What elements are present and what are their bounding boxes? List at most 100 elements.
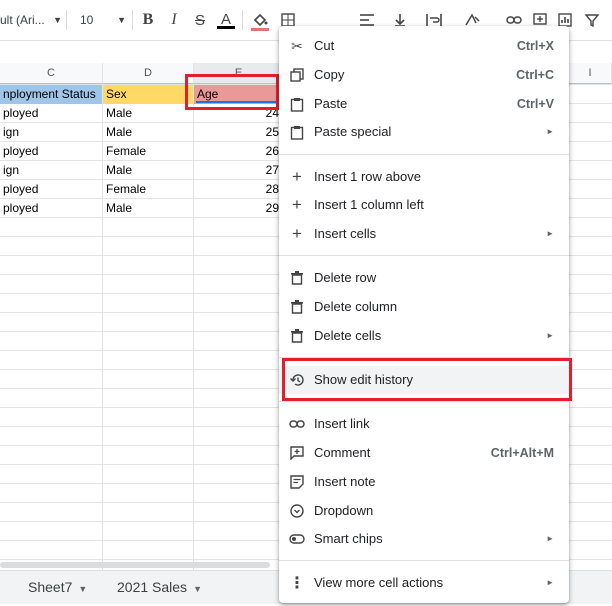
trash-icon xyxy=(288,298,306,316)
menu-item-comment[interactable]: Comment Ctrl+Alt+M xyxy=(279,439,569,467)
clipboard-icon xyxy=(288,123,306,141)
menu-item-insert-link[interactable]: Insert link xyxy=(279,410,569,438)
menu-item-label: Delete cells xyxy=(314,328,382,343)
comment-icon xyxy=(288,444,306,462)
menu-item-label: Insert note xyxy=(314,474,376,489)
menu-item-shortcut: Ctrl+X xyxy=(516,39,554,53)
chevron-down-icon: ▼ xyxy=(117,15,126,25)
column-header-i[interactable]: I xyxy=(569,63,612,84)
vertical-align-icon xyxy=(395,14,405,27)
horizontal-scrollbar[interactable] xyxy=(0,562,270,568)
table-cell[interactable]: Male xyxy=(103,199,193,218)
menu-item-shortcut: Ctrl+V xyxy=(516,97,554,111)
font-size-value: 10 xyxy=(80,13,94,27)
menu-item-insert-note[interactable]: Insert note xyxy=(279,468,569,496)
menu-item-paste[interactable]: Paste Ctrl+V xyxy=(279,90,569,118)
scissors-icon: ✂ xyxy=(291,37,303,54)
chevron-down-icon: ▼ xyxy=(78,584,88,594)
table-cell[interactable]: 28 xyxy=(194,180,282,199)
menu-divider xyxy=(279,401,569,402)
table-cell[interactable]: Male xyxy=(103,123,193,142)
menu-divider xyxy=(279,255,569,256)
menu-item-smart-chips[interactable]: Smart chips ► xyxy=(279,525,569,553)
menu-item-label: View more cell actions xyxy=(314,575,444,590)
menu-item-delete-row[interactable]: Delete row xyxy=(279,264,569,292)
table-cell[interactable]: ign xyxy=(0,161,102,180)
table-cell[interactable]: ployed xyxy=(0,104,102,123)
plus-icon: + xyxy=(292,195,302,214)
table-cell[interactable]: 29 xyxy=(194,199,282,218)
chevron-down-icon: ▼ xyxy=(193,584,202,594)
submenu-arrow-icon: ► xyxy=(546,331,554,340)
table-cell[interactable]: ployed xyxy=(0,180,102,199)
column-header-d[interactable]: D xyxy=(103,63,194,84)
submenu-arrow-icon: ► xyxy=(546,229,554,238)
menu-item-delete-column[interactable]: Delete column xyxy=(279,293,569,321)
table-cell[interactable]: Male xyxy=(103,104,193,123)
clipboard-icon xyxy=(288,95,306,113)
menu-item-dropdown[interactable]: Dropdown xyxy=(279,497,569,525)
table-cell[interactable]: ployed xyxy=(0,142,102,161)
menu-item-insert-row-above[interactable]: + Insert 1 row above xyxy=(279,163,569,191)
table-cell[interactable]: ign xyxy=(0,123,102,142)
bold-button[interactable]: B xyxy=(136,8,160,32)
sheet-tab-2021-sales[interactable]: 2021 Sales ▼ xyxy=(117,571,202,604)
menu-item-delete-cells[interactable]: Delete cells ► xyxy=(279,322,569,350)
toolbar-divider xyxy=(132,10,133,30)
menu-item-insert-column-left[interactable]: + Insert 1 column left xyxy=(279,191,569,219)
plus-icon: + xyxy=(292,224,302,243)
menu-item-paste-special[interactable]: Paste special ► xyxy=(279,118,569,146)
chevron-down-icon: ▼ xyxy=(53,15,62,25)
table-cell[interactable]: Female xyxy=(103,142,193,161)
menu-item-label: Cut xyxy=(314,38,335,53)
copy-icon xyxy=(288,66,306,84)
sheet-tab-label: Sheet7 xyxy=(28,579,73,595)
dropdown-icon xyxy=(288,502,306,520)
age-header-highlight-box xyxy=(185,74,279,110)
fill-color-button[interactable] xyxy=(248,8,272,32)
trash-icon xyxy=(288,327,306,345)
menu-item-insert-cells[interactable]: + Insert cells ► xyxy=(279,220,569,248)
filter-toolbar-button[interactable] xyxy=(580,8,604,32)
menu-item-label: Comment xyxy=(314,445,371,460)
strikethrough-button[interactable]: S xyxy=(188,8,212,32)
sheet-tab-label: 2021 Sales xyxy=(117,579,188,595)
menu-item-label: Insert 1 row above xyxy=(314,169,421,184)
menu-item-label: Paste xyxy=(314,96,348,111)
table-cell[interactable]: Female xyxy=(103,180,193,199)
menu-item-label: Copy xyxy=(314,67,345,82)
table-cell[interactable]: Male xyxy=(103,161,193,180)
table-cell[interactable]: 25 xyxy=(194,123,282,142)
borders-icon xyxy=(281,13,295,27)
table-cell[interactable]: 26 xyxy=(194,142,282,161)
font-size-select[interactable]: 10 ▼ xyxy=(72,8,126,32)
menu-item-label: Delete row xyxy=(314,270,377,285)
menu-item-label: Insert 1 column left xyxy=(314,197,424,212)
menu-item-copy[interactable]: Copy Ctrl+C xyxy=(279,61,569,89)
font-family-select[interactable]: ult (Ari... ▼ xyxy=(0,8,62,32)
more-vert-icon: ⋮ xyxy=(289,575,305,592)
menu-item-view-more-cell-actions[interactable]: ⋮ View more cell actions ► xyxy=(279,569,569,597)
menu-item-shortcut: Ctrl+C xyxy=(516,68,554,82)
chart-icon xyxy=(558,13,572,27)
sheet-tab-sheet7[interactable]: Sheet7 ▼ xyxy=(28,571,87,604)
toolbar-divider xyxy=(66,10,67,30)
link-icon xyxy=(288,415,306,433)
submenu-arrow-icon: ► xyxy=(546,534,554,543)
menu-item-label: Insert link xyxy=(314,416,370,431)
table-cell[interactable]: ployed xyxy=(0,199,102,218)
table-cell[interactable]: 27 xyxy=(194,161,282,180)
submenu-arrow-icon: ► xyxy=(546,578,554,587)
submenu-arrow-icon: ► xyxy=(546,127,554,136)
align-left-icon xyxy=(360,14,374,26)
menu-item-cut[interactable]: ✂ Cut Ctrl+X xyxy=(279,32,569,60)
trash-icon xyxy=(288,269,306,287)
cell-header-employment-status[interactable]: nployment Status xyxy=(0,85,102,104)
cell-header-sex[interactable]: Sex xyxy=(103,85,193,104)
text-color-button[interactable]: A xyxy=(214,8,238,32)
italic-button[interactable]: I xyxy=(162,8,186,32)
text-color-swatch xyxy=(217,26,235,29)
column-header-c[interactable]: C xyxy=(0,63,103,84)
text-wrap-icon xyxy=(426,14,442,26)
link-icon xyxy=(506,16,522,24)
